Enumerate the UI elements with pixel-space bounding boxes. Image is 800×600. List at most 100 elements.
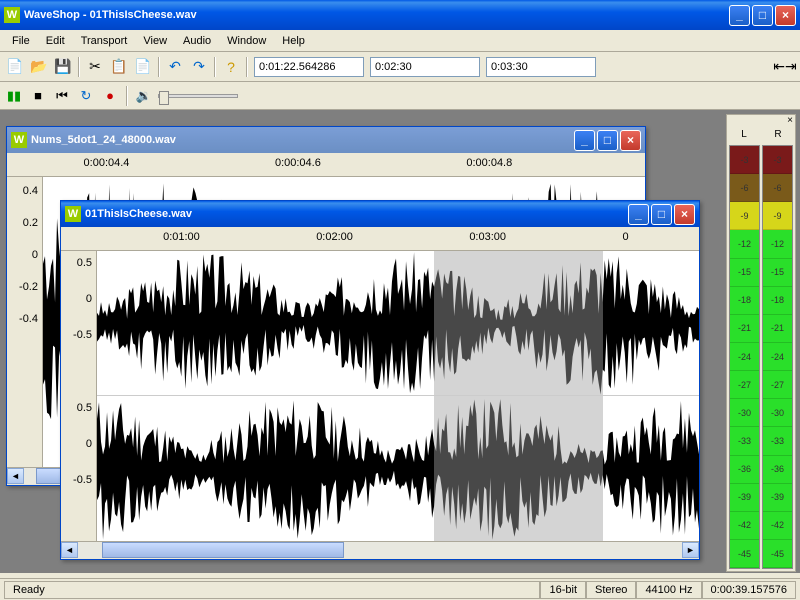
mdi-workspace: W Nums_5dot1_24_48000.wav _ □ × 0:00:04.… (0, 110, 800, 573)
child1-minimize-button[interactable]: _ (574, 130, 595, 151)
time-now-field[interactable] (254, 57, 364, 77)
menu-view[interactable]: View (135, 33, 175, 49)
pause-button[interactable]: ▮▮ (4, 86, 24, 106)
meter-segment: -42 (763, 512, 792, 540)
meter-segment: -39 (763, 484, 792, 512)
ruler-tick: 0:02:00 (316, 231, 353, 243)
child2-titlebar[interactable]: W 01ThisIsCheese.wav _ □ × (61, 201, 699, 227)
menu-transport[interactable]: Transport (73, 33, 136, 49)
child2-wave-area[interactable]: 0.50-0.50.50-0.5 (61, 251, 699, 541)
meter-right: -3-6-9-12-15-18-21-24-27-30-33-36-39-42-… (762, 145, 793, 569)
child-window-cheese[interactable]: W 01ThisIsCheese.wav _ □ × 0:01:00 0:02:0… (60, 200, 700, 560)
meter-segment: -24 (763, 343, 792, 371)
meter-segment: -9 (730, 202, 759, 230)
selection-region[interactable] (434, 396, 603, 541)
stop-button[interactable]: ■ (28, 86, 48, 106)
separator (126, 86, 128, 106)
status-rate: 44100 Hz (636, 581, 701, 599)
status-ready: Ready (4, 581, 540, 599)
child2-hscrollbar[interactable]: ◄ ► (61, 541, 699, 558)
child1-close-button[interactable]: × (620, 130, 641, 151)
time-sel-end-field[interactable] (486, 57, 596, 77)
meter-segment: -30 (763, 399, 792, 427)
meter-segment: -6 (730, 174, 759, 202)
scroll-right-icon[interactable]: ► (682, 542, 699, 558)
level-meter-panel: × L R -3-6-9-12-15-18-21-24-27-30-33-36-… (726, 114, 796, 572)
meter-segment: -30 (730, 399, 759, 427)
meter-segment: -36 (763, 456, 792, 484)
meter-segment: -15 (763, 259, 792, 287)
meter-segment: -36 (730, 456, 759, 484)
volume-slider[interactable] (158, 94, 238, 98)
child1-maximize-button[interactable]: □ (597, 130, 618, 151)
meter-right-label: R (761, 129, 795, 143)
meter-left-label: L (727, 129, 761, 143)
child2-yaxis: 0.50-0.50.50-0.5 (61, 251, 97, 541)
minimize-button[interactable]: _ (729, 5, 750, 26)
ruler-tick: 0 (622, 231, 628, 243)
meter-segment: -39 (730, 484, 759, 512)
yaxis-label: 0.4 (23, 185, 38, 197)
maximize-button[interactable]: □ (752, 5, 773, 26)
app-icon: W (65, 206, 81, 222)
rewind-button[interactable]: ⏮ (52, 86, 72, 106)
transport-toolbar: ▮▮ ■ ⏮ ↻ ● 🔉 (0, 82, 800, 110)
volume-icon[interactable]: 🔉 (134, 86, 154, 106)
ruler-tick: 0:01:00 (163, 231, 200, 243)
meter-segment: -33 (730, 427, 759, 455)
paste-button[interactable]: 📄 (132, 56, 154, 78)
open-button[interactable]: 📂 (28, 56, 50, 78)
ruler-tick: 0:00:04.8 (466, 157, 512, 169)
child2-waveform-ch2[interactable] (97, 396, 699, 541)
status-channels: Stereo (586, 581, 636, 599)
child2-minimize-button[interactable]: _ (628, 204, 649, 225)
meter-close-icon[interactable]: × (727, 115, 795, 129)
meter-segment: -21 (763, 315, 792, 343)
yaxis-label: -0.5 (73, 329, 92, 341)
redo-button[interactable]: ↷ (188, 56, 210, 78)
separator (246, 57, 248, 77)
meter-segment: -27 (730, 371, 759, 399)
record-button[interactable]: ● (100, 86, 120, 106)
separator (78, 57, 80, 77)
child2-maximize-button[interactable]: □ (651, 204, 672, 225)
meter-segment: -12 (730, 230, 759, 258)
app-icon: W (11, 132, 27, 148)
app-icon: W (4, 7, 20, 23)
new-button[interactable]: 📄 (4, 56, 26, 78)
cut-button[interactable]: ✂ (84, 56, 106, 78)
scroll-left-icon[interactable]: ◄ (7, 468, 24, 484)
selection-region[interactable] (434, 251, 603, 395)
child1-titlebar[interactable]: W Nums_5dot1_24_48000.wav _ □ × (7, 127, 645, 153)
yaxis-label: 0 (86, 293, 92, 305)
yaxis-label: 0 (86, 438, 92, 450)
meter-segment: -45 (763, 540, 792, 568)
separator (214, 57, 216, 77)
scroll-left-icon[interactable]: ◄ (61, 542, 78, 558)
child2-ruler[interactable]: 0:01:000:02:000:03:000 (61, 227, 699, 251)
menu-help[interactable]: Help (274, 33, 313, 49)
scroll-track[interactable] (78, 542, 682, 558)
meter-segment: -9 (763, 202, 792, 230)
time-sel-start-field[interactable] (370, 57, 480, 77)
fit-button[interactable]: ⇤⇥ (774, 56, 796, 78)
child2-waveform-ch1[interactable] (97, 251, 699, 396)
save-button[interactable]: 💾 (52, 56, 74, 78)
yaxis-label: -0.2 (19, 281, 38, 293)
menu-audio[interactable]: Audio (175, 33, 219, 49)
undo-button[interactable]: ↶ (164, 56, 186, 78)
meter-segment: -33 (763, 427, 792, 455)
menu-file[interactable]: File (4, 33, 38, 49)
meter-segment: -21 (730, 315, 759, 343)
meter-segment: -6 (763, 174, 792, 202)
child1-ruler[interactable]: 0:00:04.40:00:04.60:00:04.8 (7, 153, 645, 177)
loop-button[interactable]: ↻ (76, 86, 96, 106)
menu-edit[interactable]: Edit (38, 33, 73, 49)
menu-window[interactable]: Window (219, 33, 274, 49)
copy-button[interactable]: 📋 (108, 56, 130, 78)
close-button[interactable]: × (775, 5, 796, 26)
meter-segment: -24 (730, 343, 759, 371)
child2-close-button[interactable]: × (674, 204, 695, 225)
help-button[interactable]: ? (220, 56, 242, 78)
meter-segment: -3 (763, 146, 792, 174)
